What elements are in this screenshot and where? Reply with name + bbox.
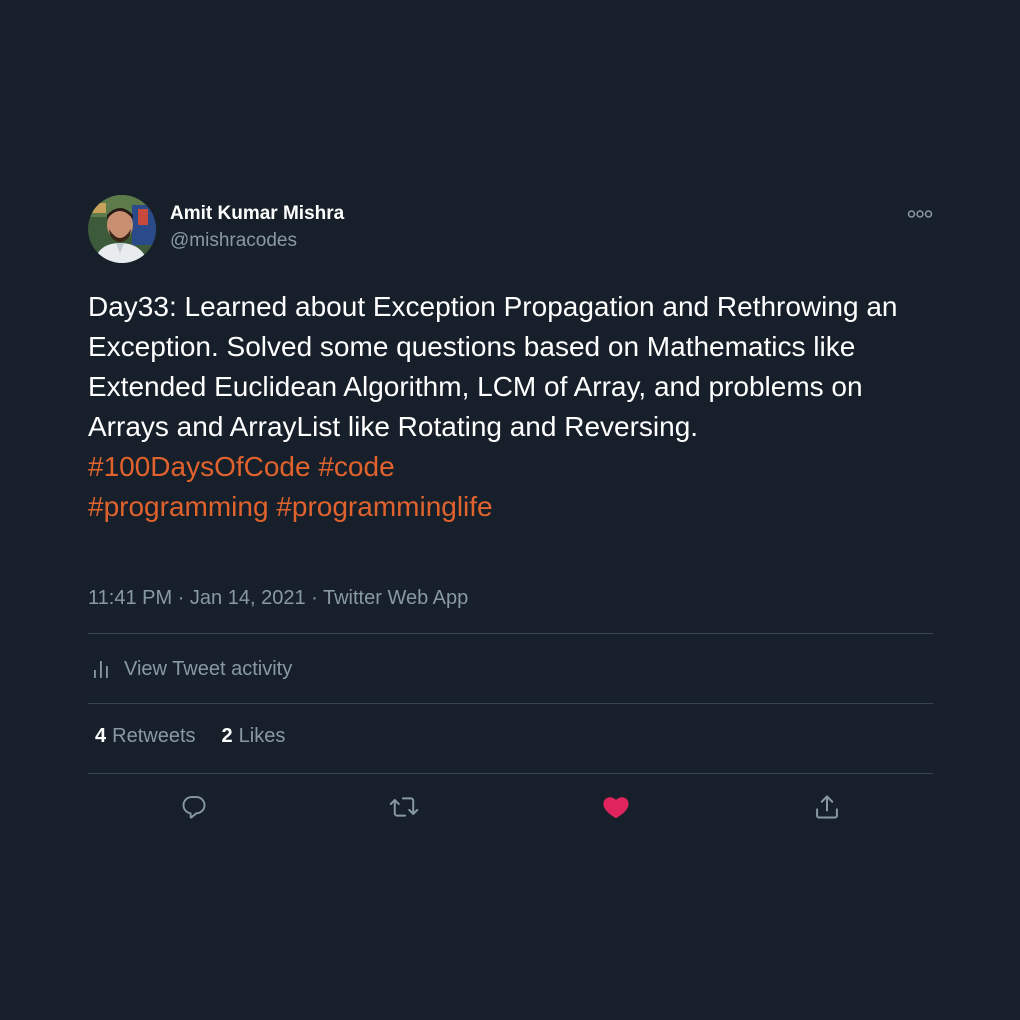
view-activity-label: View Tweet activity <box>124 657 293 680</box>
more-options-icon[interactable] <box>907 207 933 221</box>
tweet-date[interactable]: Jan 14, 2021 <box>190 587 306 609</box>
likes-count: 2 <box>221 725 233 747</box>
retweets-label: Retweets <box>112 725 196 747</box>
avatar[interactable] <box>88 195 156 263</box>
reply-icon <box>182 796 206 819</box>
tweet-text: Day33: Learned about Exception Propagati… <box>88 291 898 442</box>
view-activity-button[interactable]: View Tweet activity <box>88 641 933 697</box>
like-button[interactable] <box>594 785 638 829</box>
hashtag-link[interactable]: #programming <box>88 491 269 522</box>
tweet-time[interactable]: 11:41 PM <box>88 587 172 609</box>
action-bar <box>88 785 933 829</box>
retweets-count: 4 <box>95 725 107 747</box>
likes-label: Likes <box>238 725 286 747</box>
tweet-meta: 11:41 PM · Jan 14, 2021 · Twitter Web Ap… <box>88 587 468 610</box>
divider <box>88 633 933 634</box>
tweet-header: Amit Kumar Mishra @mishracodes <box>88 195 933 265</box>
hashtag-link[interactable]: #code <box>318 451 394 482</box>
meta-separator: · <box>177 587 190 609</box>
retweets-stat[interactable]: 4 Retweets <box>95 725 196 748</box>
share-button[interactable] <box>805 785 849 829</box>
retweet-icon <box>389 797 419 817</box>
tweet-source[interactable]: Twitter Web App <box>323 587 468 609</box>
divider <box>88 703 933 704</box>
tweet-card: Amit Kumar Mishra @mishracodes Day33: Le… <box>88 195 933 819</box>
hashtags-line: #programming #programminglife <box>88 487 936 527</box>
author-name[interactable]: Amit Kumar Mishra <box>170 203 344 225</box>
reply-button[interactable] <box>172 785 216 829</box>
divider <box>88 773 933 774</box>
engagement-stats: 4 Retweets 2 Likes <box>95 725 311 748</box>
hashtag-link[interactable]: #100DaysOfCode <box>88 451 311 482</box>
likes-stat[interactable]: 2 Likes <box>222 725 286 748</box>
meta-separator: · <box>311 587 323 609</box>
bar-chart-icon <box>92 658 110 680</box>
hashtag-link[interactable]: #programminglife <box>276 491 492 522</box>
author-handle[interactable]: @mishracodes <box>170 230 297 252</box>
retweet-button[interactable] <box>382 785 426 829</box>
avatar-photo <box>88 195 156 263</box>
tweet-body: Day33: Learned about Exception Propagati… <box>88 287 936 527</box>
share-icon <box>816 795 838 819</box>
heart-icon <box>603 797 629 819</box>
hashtags-line: #100DaysOfCode #code <box>88 447 936 487</box>
